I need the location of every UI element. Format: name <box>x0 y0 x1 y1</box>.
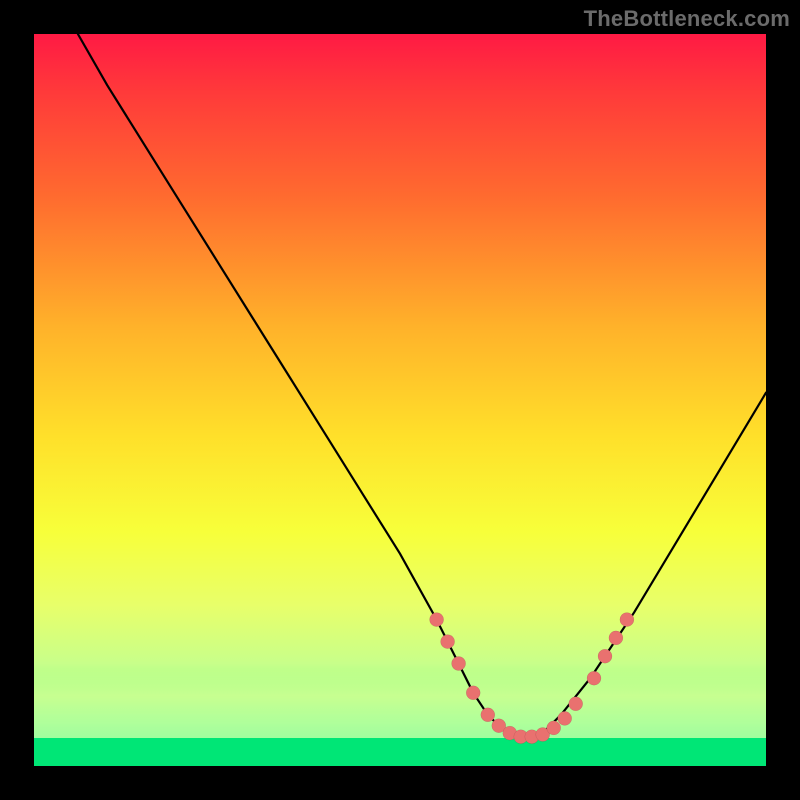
highlighted-points <box>430 613 634 744</box>
chart-frame: TheBottleneck.com <box>0 0 800 800</box>
marker-point <box>587 671 601 685</box>
marker-point <box>547 721 561 735</box>
marker-point <box>558 711 572 725</box>
marker-point <box>466 686 480 700</box>
marker-point <box>452 657 466 671</box>
watermark-text: TheBottleneck.com <box>584 6 790 32</box>
marker-point <box>441 635 455 649</box>
plot-area <box>34 34 766 766</box>
marker-point <box>620 613 634 627</box>
marker-point <box>569 697 583 711</box>
chart-svg <box>34 34 766 766</box>
marker-point <box>609 631 623 645</box>
marker-point <box>598 649 612 663</box>
bottleneck-curve <box>78 34 766 737</box>
marker-point <box>430 613 444 627</box>
marker-point <box>481 708 495 722</box>
